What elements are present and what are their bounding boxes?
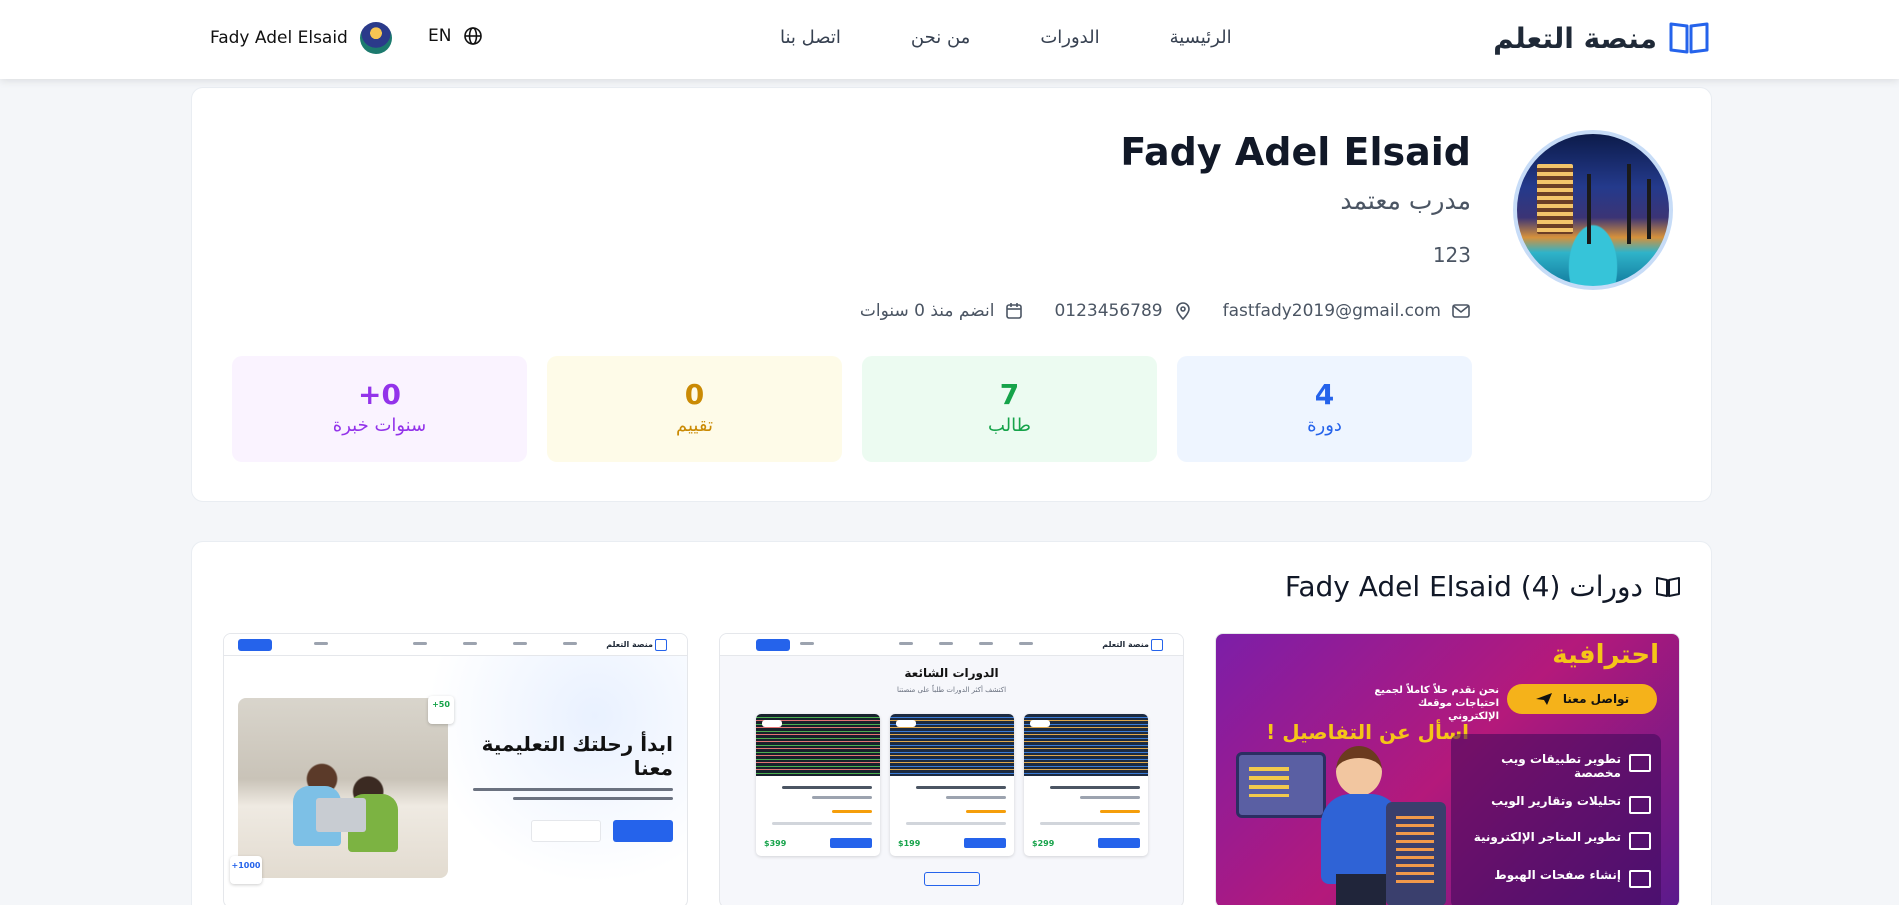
phone-text: 0123456789 <box>1054 301 1163 321</box>
nav-link-contact[interactable]: اتصل بنا <box>780 27 841 48</box>
stat-label: دورة <box>1307 415 1342 436</box>
user-name: Fady Adel Elsaid <box>210 28 348 48</box>
hero-title: ابدأ رحلتك التعليمية معنا <box>481 732 673 780</box>
illustration-screen <box>1236 752 1326 818</box>
joined-text: انضم منذ 0 سنوات <box>859 301 995 321</box>
promo-tagline: نحن نقدم حلاً كاملاً لجميع احتياجات موقع… <box>1374 685 1499 722</box>
promo-header: احترافية <box>1552 640 1659 670</box>
promo-service-item: تطوير المتاجر الإلكترونية <box>1471 830 1651 850</box>
send-icon <box>1535 693 1552 705</box>
hero-photo <box>238 698 448 878</box>
promo-service-item: إنشاء صفحات الهبوط <box>1471 868 1651 888</box>
mini-course-card: $399 <box>756 714 880 856</box>
mini-price: $199 <box>898 839 921 848</box>
course-thumbnail[interactable]: منصة التعلم الدورات الشائعة اكتشف أكثر ا… <box>719 633 1184 905</box>
mini-course-card: $299 <box>1024 714 1148 856</box>
stat-label: سنوات خبرة <box>332 415 427 436</box>
book-open-icon <box>1656 576 1680 597</box>
mini-brand: منصة التعلم <box>606 639 667 651</box>
brand-name: منصة التعلم <box>1493 21 1657 55</box>
email-contact[interactable]: fastfady2019@gmail.com <box>1223 301 1471 321</box>
avatar <box>359 22 392 54</box>
mini-navbar: منصة التعلم <box>224 634 687 656</box>
hero-description <box>473 788 673 806</box>
stat-value: +0 <box>358 378 401 411</box>
language-label: EN <box>428 26 452 46</box>
nav-link-home[interactable]: الرئيسية <box>1170 27 1232 48</box>
stat-label: طالب <box>988 415 1031 436</box>
hero-badge-bottom: +1000 <box>230 856 262 884</box>
popular-title: الدورات الشائعة <box>904 666 999 680</box>
mail-icon <box>1452 304 1470 318</box>
brand-logo[interactable]: منصة التعلم <box>1493 20 1709 56</box>
profile-title: مدرب معتمد <box>1340 186 1471 215</box>
promo-contact-button: تواصل معنا <box>1507 684 1657 714</box>
mini-price: $299 <box>1032 839 1055 848</box>
instructor-profile-card: Fady Adel Elsaid مدرب معتمد 123 fastfady… <box>191 87 1712 502</box>
stat-label: تقييم <box>676 415 713 436</box>
stat-experience: +0 سنوات خبرة <box>232 356 527 462</box>
profile-bio: 123 <box>1432 243 1471 267</box>
profile-name: Fady Adel Elsaid <box>1120 130 1471 174</box>
courses-section-title: دورات Fady Adel Elsaid (4) <box>1285 570 1681 603</box>
instructor-courses-section: دورات Fady Adel Elsaid (4) احترافية تواص… <box>191 541 1712 905</box>
stat-value: 4 <box>1314 378 1335 411</box>
promo-button-label: تواصل معنا <box>1562 692 1630 706</box>
phone-contact: 0123456789 <box>1054 301 1192 321</box>
calendar-icon <box>1006 303 1023 319</box>
stat-value: 0 <box>684 378 705 411</box>
promo-ask-text: اسأل عن التفاصيل ! <box>1266 720 1469 744</box>
mini-price: $399 <box>764 839 787 848</box>
course-thumbnail[interactable]: احترافية تواصل معنا نحن نقدم حلاً كاملاً… <box>1215 633 1680 905</box>
hero-primary-cta <box>613 820 673 842</box>
course-thumbnail[interactable]: منصة التعلم +50 +1000 ابدأ رحلتك التعليم… <box>223 633 688 905</box>
language-switcher[interactable]: EN <box>428 26 483 46</box>
stat-rating: 0 تقييم <box>547 356 842 462</box>
hero-secondary-cta <box>531 820 601 842</box>
top-navbar: منصة التعلم الرئيسية الدورات من نحن اتصل… <box>0 0 1899 79</box>
stat-courses: 4 دورة <box>1177 356 1472 462</box>
mini-brand: منصة التعلم <box>1102 639 1163 651</box>
stat-value: 7 <box>999 378 1020 411</box>
illustration-person <box>1336 746 1382 796</box>
book-icon <box>1669 22 1709 54</box>
nav-link-courses[interactable]: الدورات <box>1040 27 1099 48</box>
section-title-text: دورات Fady Adel Elsaid (4) <box>1284 570 1643 603</box>
popular-subtitle: اكتشف أكثر الدورات طلباً على منصتنا <box>896 686 1007 694</box>
mini-course-card: $199 <box>890 714 1014 856</box>
profile-avatar <box>1513 130 1673 290</box>
promo-service-item: تطوير تطبيقات ويب مخصصة <box>1471 752 1651 780</box>
promo-services-list: تطوير تطبيقات ويب مخصصة تحليلات وتقارير … <box>1451 734 1661 905</box>
map-pin-icon <box>1175 302 1190 321</box>
contact-info: fastfady2019@gmail.com 0123456789 انضم م… <box>860 301 1471 321</box>
illustration-phone <box>1386 802 1446 905</box>
nav-link-about[interactable]: من نحن <box>911 27 970 48</box>
mini-view-more <box>924 872 980 886</box>
hero-badge-top: +50 <box>428 696 454 724</box>
mini-navbar: منصة التعلم <box>720 634 1183 656</box>
nav-links: الرئيسية الدورات من نحن اتصل بنا <box>780 27 1232 48</box>
promo-service-item: تحليلات وتقارير الويب <box>1471 794 1651 814</box>
joined-info: انضم منذ 0 سنوات <box>860 301 1025 321</box>
user-menu[interactable]: Fady Adel Elsaid <box>210 22 392 54</box>
email-text: fastfady2019@gmail.com <box>1222 301 1441 321</box>
globe-icon <box>464 27 483 45</box>
stat-students: 7 طالب <box>862 356 1157 462</box>
